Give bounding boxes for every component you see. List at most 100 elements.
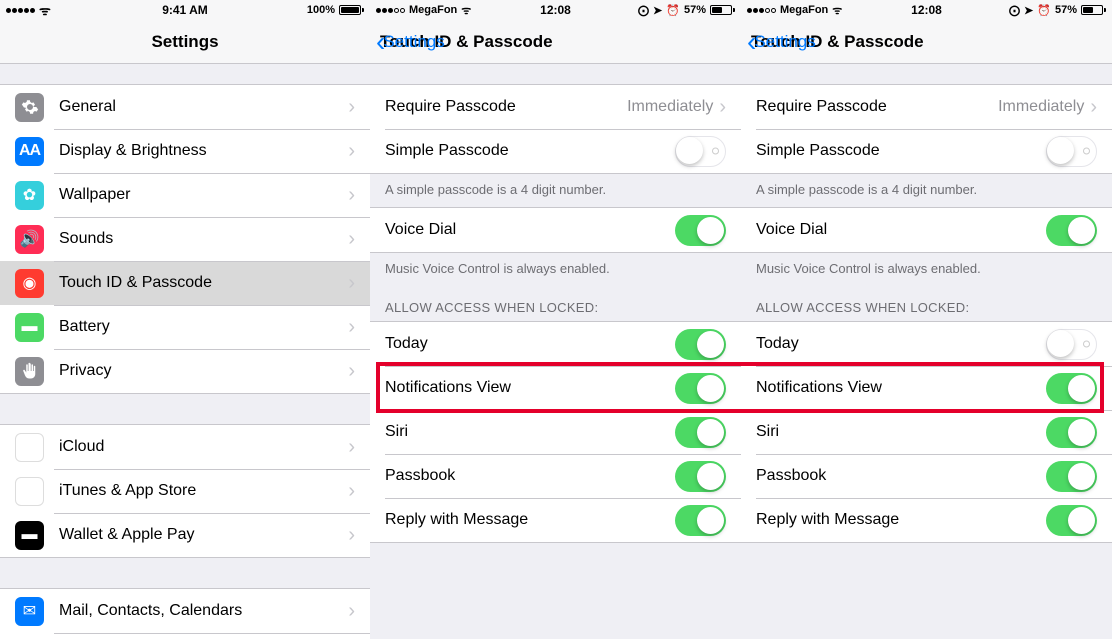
- status-bar: MegaFonᯤ12:08⨀➤⏰57%: [741, 0, 1112, 20]
- wifi-icon: ᯤ: [832, 3, 842, 18]
- notif-toggle[interactable]: [1046, 373, 1097, 404]
- settings-row-wallpaper[interactable]: ✿Wallpaper›: [0, 173, 370, 217]
- section-footer: Music Voice Control is always enabled.: [741, 253, 1112, 286]
- row-label: Privacy: [59, 362, 348, 380]
- allow-notif-row: Notifications View: [741, 366, 1112, 410]
- row-label: iCloud: [59, 438, 348, 456]
- battery-icon: [710, 5, 735, 15]
- hand-icon: [15, 357, 44, 386]
- battery-icon: ▬: [15, 313, 44, 342]
- settings-row-wallet[interactable]: ▬Wallet & Apple Pay›: [0, 513, 370, 557]
- chevron-right-icon: ›: [348, 272, 355, 295]
- settings-root-screen: ᯤ9:41 AM100%SettingsGeneral›AADisplay & …: [0, 0, 370, 639]
- toggle-knob: [697, 463, 724, 490]
- passbook-toggle[interactable]: [675, 461, 726, 492]
- lock-icon: ⨀: [1009, 4, 1020, 17]
- chevron-right-icon: ›: [348, 184, 355, 207]
- row-label: Sounds: [59, 230, 348, 248]
- simple-passcode-toggle[interactable]: [1046, 136, 1097, 167]
- toggle-knob: [1068, 217, 1095, 244]
- settings-row-sounds[interactable]: 🔊Sounds›: [0, 217, 370, 261]
- fingerprint-icon: ◉: [15, 269, 44, 298]
- row-label: Mail, Contacts, Calendars: [59, 602, 348, 620]
- section-footer: A simple passcode is a 4 digit number.: [370, 174, 741, 207]
- settings-row-display[interactable]: AADisplay & Brightness›: [0, 129, 370, 173]
- toggle-knob: [697, 507, 724, 534]
- battery-icon: [1081, 5, 1106, 15]
- simple-passcode-row: Simple Passcode: [370, 129, 741, 173]
- row-label: Voice Dial: [385, 221, 675, 239]
- row-label: Voice Dial: [756, 221, 1046, 239]
- voice-dial-row: Voice Dial: [370, 208, 741, 252]
- row-label: Siri: [756, 423, 1046, 441]
- today-toggle[interactable]: [675, 329, 726, 360]
- voice-dial-row: Voice Dial: [741, 208, 1112, 252]
- status-bar: MegaFonᯤ12:08⨀➤⏰57%: [370, 0, 741, 20]
- toggle-knob: [697, 419, 724, 446]
- settings-row-privacy[interactable]: Privacy›: [0, 349, 370, 393]
- require-passcode-row[interactable]: Require PasscodeImmediately›: [741, 85, 1112, 129]
- toggle-knob: [1068, 507, 1095, 534]
- row-label: Today: [385, 335, 675, 353]
- signal-dots: [747, 8, 776, 13]
- voice-dial-toggle[interactable]: [675, 215, 726, 246]
- row-label: Simple Passcode: [756, 142, 1046, 160]
- allow-access-section: TodayNotifications ViewSiriPassbookReply…: [741, 321, 1112, 543]
- toggle-knob: [697, 331, 724, 358]
- chevron-right-icon: ›: [719, 96, 726, 119]
- chevron-right-icon: ›: [348, 436, 355, 459]
- toggle-knob: [676, 137, 703, 164]
- aa-icon: AA: [15, 137, 44, 166]
- battery-percent: 57%: [684, 4, 706, 16]
- location-icon: ➤: [1024, 4, 1033, 17]
- settings-row-mail[interactable]: ✉Mail, Contacts, Calendars›: [0, 589, 370, 633]
- navbar: Settings: [0, 20, 370, 64]
- settings-group: General›AADisplay & Brightness›✿Wallpape…: [0, 84, 370, 394]
- status-time: 12:08: [911, 3, 942, 17]
- battery-percent: 57%: [1055, 4, 1077, 16]
- simple-passcode-toggle[interactable]: [675, 136, 726, 167]
- mail-icon: ✉: [15, 597, 44, 626]
- row-label: Require Passcode: [756, 98, 998, 116]
- require-passcode-row[interactable]: Require PasscodeImmediately›: [370, 85, 741, 129]
- battery-percent: 100%: [307, 4, 335, 16]
- notif-toggle[interactable]: [675, 373, 726, 404]
- back-button[interactable]: ‹Settings: [376, 32, 445, 52]
- alarm-icon: ⏰: [666, 4, 680, 17]
- settings-row-general[interactable]: General›: [0, 85, 370, 129]
- settings-row-itunes[interactable]: ⒶiTunes & App Store›: [0, 469, 370, 513]
- cloud-icon: ☁: [15, 433, 44, 462]
- chevron-right-icon: ›: [348, 316, 355, 339]
- toggle-knob: [1068, 375, 1095, 402]
- row-label: Reply with Message: [756, 511, 1046, 529]
- settings-row-battery[interactable]: ▬Battery›: [0, 305, 370, 349]
- allow-access-section: TodayNotifications ViewSiriPassbookReply…: [370, 321, 741, 543]
- passbook-toggle[interactable]: [1046, 461, 1097, 492]
- chevron-right-icon: ›: [348, 96, 355, 119]
- siri-toggle[interactable]: [1046, 417, 1097, 448]
- chevron-right-icon: ›: [348, 140, 355, 163]
- chevron-right-icon: ›: [348, 480, 355, 503]
- lock-icon: ⨀: [638, 4, 649, 17]
- siri-toggle[interactable]: [675, 417, 726, 448]
- settings-row-icloud[interactable]: ☁ iCloud›: [0, 425, 370, 469]
- row-label: Notifications View: [385, 379, 675, 397]
- touchid-passcode-screen: MegaFonᯤ12:08⨀➤⏰57%‹SettingsTouch ID & P…: [370, 0, 741, 639]
- toggle-knob: [697, 217, 724, 244]
- section-footer: A simple passcode is a 4 digit number.: [741, 174, 1112, 207]
- chevron-right-icon: ›: [348, 524, 355, 547]
- today-toggle[interactable]: [1046, 329, 1097, 360]
- back-button[interactable]: ‹Settings: [747, 32, 816, 52]
- allow-today-row: Today: [370, 322, 741, 366]
- section-footer: Music Voice Control is always enabled.: [370, 253, 741, 286]
- row-label: Reply with Message: [385, 511, 675, 529]
- reply-toggle[interactable]: [1046, 505, 1097, 536]
- settings-row-touchid[interactable]: ◉ Touch ID & Passcode›: [0, 261, 370, 305]
- reply-toggle[interactable]: [675, 505, 726, 536]
- chevron-right-icon: ›: [1090, 96, 1097, 119]
- voice-dial-toggle[interactable]: [1046, 215, 1097, 246]
- settings-row-notes[interactable]: Notes›: [0, 633, 370, 639]
- row-label: Touch ID & Passcode: [59, 274, 348, 292]
- row-label: Wallpaper: [59, 186, 348, 204]
- section-header: ALLOW ACCESS WHEN LOCKED:: [370, 286, 741, 321]
